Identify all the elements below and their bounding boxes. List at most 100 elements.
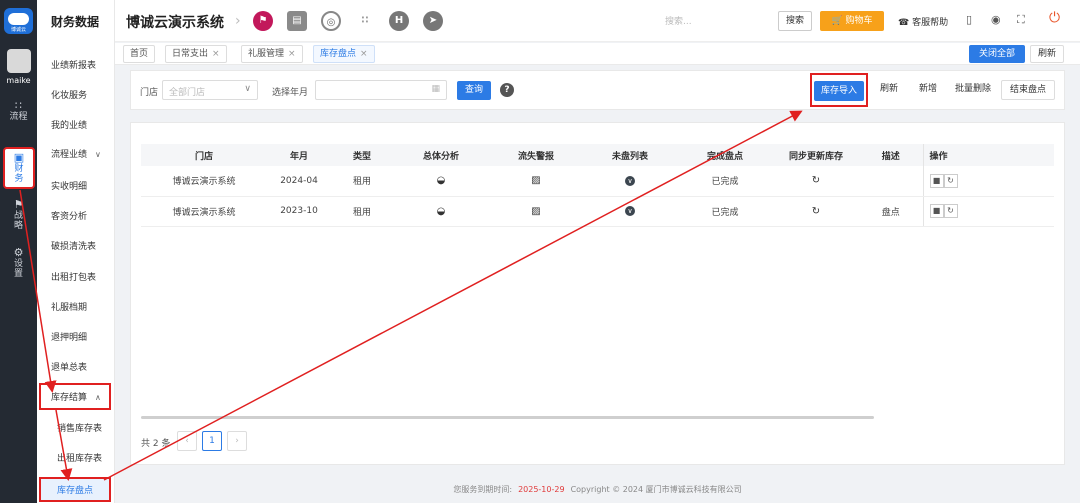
tab-label: 日常支出 — [172, 49, 209, 59]
close-icon[interactable]: × — [288, 49, 296, 59]
cell-type: 租用 — [331, 166, 393, 197]
sidebar-item[interactable]: 退单总表 — [51, 360, 87, 373]
search-input[interactable]: 搜索... — [665, 14, 765, 27]
rail-item-label: 流程 — [9, 112, 28, 122]
grid-icon[interactable]: ∷ — [355, 11, 375, 31]
sub-sidebar: 财务数据 业绩新报表 化妆服务 我的业绩 流程业绩 ∨ 实收明细 客资分析 破损清… — [37, 0, 115, 503]
sidebar-item[interactable]: 退押明细 — [51, 330, 87, 343]
record-icon[interactable]: ◉ — [991, 13, 1001, 26]
trend-chart-icon[interactable]: ▨ — [531, 206, 540, 217]
store-label: 门店 — [140, 88, 159, 98]
sidebar-title: 财务数据 — [51, 15, 100, 29]
tab-stocktake[interactable]: 库存盘点 × — [313, 45, 375, 63]
sidebar-item[interactable]: 销售库存表 — [57, 421, 102, 434]
fullscreen-icon[interactable]: ⛶ — [1017, 13, 1025, 27]
cell-unchecked: ∨ — [583, 166, 677, 197]
cell-store: 博诚云演示系统 — [141, 166, 267, 197]
tab-label: 首页 — [130, 49, 149, 59]
trend-chart-icon[interactable]: ▨ — [531, 175, 540, 186]
power-icon[interactable]: ⏻ — [1049, 10, 1060, 26]
tab-dress-management[interactable]: 礼服管理 × — [241, 45, 303, 63]
pie-chart-icon[interactable]: ◒ — [437, 175, 446, 186]
refresh-tabs-button[interactable]: 刷新 — [1030, 45, 1064, 63]
headset-icon: ☎ — [898, 18, 910, 28]
chevron-up-icon: ∧ — [95, 393, 101, 402]
mobile-icon[interactable]: ▯ — [966, 13, 972, 26]
cell-actions: ■ ↻ — [922, 166, 1054, 197]
sidebar-item[interactable]: 礼服档期 — [51, 300, 87, 313]
cell-desc — [859, 166, 923, 197]
add-button[interactable]: 新增 — [910, 80, 946, 100]
sync-icon[interactable]: ↻ — [812, 175, 820, 186]
refresh-button[interactable]: 刷新 — [874, 80, 904, 100]
horizontal-scrollbar[interactable] — [141, 416, 874, 419]
month-picker[interactable]: ▦ — [315, 80, 447, 100]
flow-icon: ∷ — [15, 99, 22, 112]
batch-delete-button[interactable]: 批量删除 — [950, 80, 996, 100]
query-button[interactable]: 查询 — [457, 81, 491, 100]
sidebar-item[interactable]: 破损清洗表 — [51, 239, 96, 252]
cart-label: 购物车 — [845, 16, 873, 26]
col-desc: 描述 — [859, 144, 923, 166]
sidebar-item-label: 库存结算 — [51, 393, 88, 403]
close-all-button[interactable]: 关闭全部 — [969, 45, 1025, 63]
rail-item-label: 设置 — [13, 259, 23, 279]
next-page-button[interactable]: › — [227, 431, 247, 451]
prev-page-button[interactable]: ‹ — [177, 431, 197, 451]
cell-type: 租用 — [331, 196, 393, 227]
close-icon[interactable]: × — [212, 49, 220, 59]
help-button[interactable]: ☎ 客服帮助 — [898, 15, 948, 28]
tab-daily-expense[interactable]: 日常支出 × — [165, 45, 227, 63]
cart-button[interactable]: 🛒 购物车 — [820, 11, 884, 31]
sidebar-item[interactable]: 出租库存表 — [57, 451, 102, 464]
sidebar-group-process[interactable]: 流程业绩 ∨ — [51, 147, 101, 160]
rail-item-settings[interactable]: ⚙ 设置 — [0, 247, 37, 280]
table-header-row: 门店 年月 类型 总体分析 流失警报 未盘列表 完成盘点 同步更新库存 描述 操… — [141, 144, 1054, 166]
rail-item-strategy[interactable]: ⚑ 战略 — [0, 199, 37, 232]
user-name: maike — [6, 76, 31, 85]
search-button[interactable]: 搜索 — [778, 11, 812, 31]
cell-sync: ↻ — [773, 196, 859, 227]
sidebar-item[interactable]: 客资分析 — [51, 209, 87, 222]
refresh-icon[interactable]: ↻ — [943, 173, 958, 188]
chevron-circle-icon[interactable]: ∨ — [625, 206, 635, 216]
close-icon[interactable]: × — [360, 49, 368, 59]
page-number[interactable]: 1 — [202, 431, 222, 451]
stock-import-button[interactable]: 库存导入 — [814, 81, 864, 101]
tab-label: 礼服管理 — [248, 49, 285, 59]
pie-chart-icon[interactable]: ◒ — [437, 206, 446, 217]
app-logo[interactable]: 博诚云 — [4, 8, 33, 34]
rail-item-flow[interactable]: ∷ 流程 — [0, 99, 37, 123]
col-month: 年月 — [267, 144, 331, 166]
app-icon-5[interactable]: H — [389, 11, 409, 31]
chevron-circle-icon[interactable]: ∨ — [625, 175, 635, 186]
avatar[interactable] — [7, 49, 31, 73]
cell-desc: 盘点 — [859, 196, 923, 227]
col-unchecked: 未盘列表 — [583, 144, 677, 166]
delete-icon[interactable]: ■ — [929, 204, 944, 218]
sidebar-item[interactable]: 出租打包表 — [51, 270, 96, 283]
sidebar-group-inventory[interactable]: 库存结算 ∧ — [39, 383, 111, 410]
copyright: Copyright © 2024 厦门市博诚云科技有限公司 — [570, 485, 742, 494]
sidebar-item[interactable]: 化妆服务 — [51, 88, 87, 101]
finish-stocktake-button[interactable]: 结束盘点 — [1001, 80, 1055, 100]
sidebar-item[interactable]: 实收明细 — [51, 179, 87, 192]
app-icon-6[interactable]: ➤ — [423, 11, 443, 31]
filter-bar: 门店 全部门店 ∨ 选择年月 ▦ 查询 ? 库存导入 刷新 新增 批量删除 结束… — [130, 70, 1065, 110]
sidebar-item[interactable]: 业绩新报表 — [51, 58, 96, 71]
logo-text: 博诚云 — [10, 27, 26, 33]
app-icon-1[interactable]: ⚑ — [253, 11, 273, 31]
app-icon-2[interactable]: ▤ — [287, 11, 307, 31]
store-select[interactable]: 全部门店 ∨ — [162, 80, 258, 100]
app-icon-3[interactable]: ◎ — [321, 11, 341, 31]
cell-month: 2024-04 — [267, 166, 331, 197]
sync-icon[interactable]: ↻ — [812, 206, 820, 217]
sidebar-item[interactable]: 我的业绩 — [51, 118, 87, 131]
rail-item-finance[interactable]: ▣ 财务 — [3, 147, 35, 189]
help-icon[interactable]: ? — [500, 83, 514, 97]
tab-home[interactable]: 首页 — [123, 45, 156, 63]
delete-icon[interactable]: ■ — [929, 173, 944, 188]
sidebar-item-stocktake[interactable]: 库存盘点 — [39, 477, 111, 502]
refresh-icon[interactable]: ↻ — [943, 204, 958, 218]
cell-sync: ↻ — [773, 166, 859, 197]
